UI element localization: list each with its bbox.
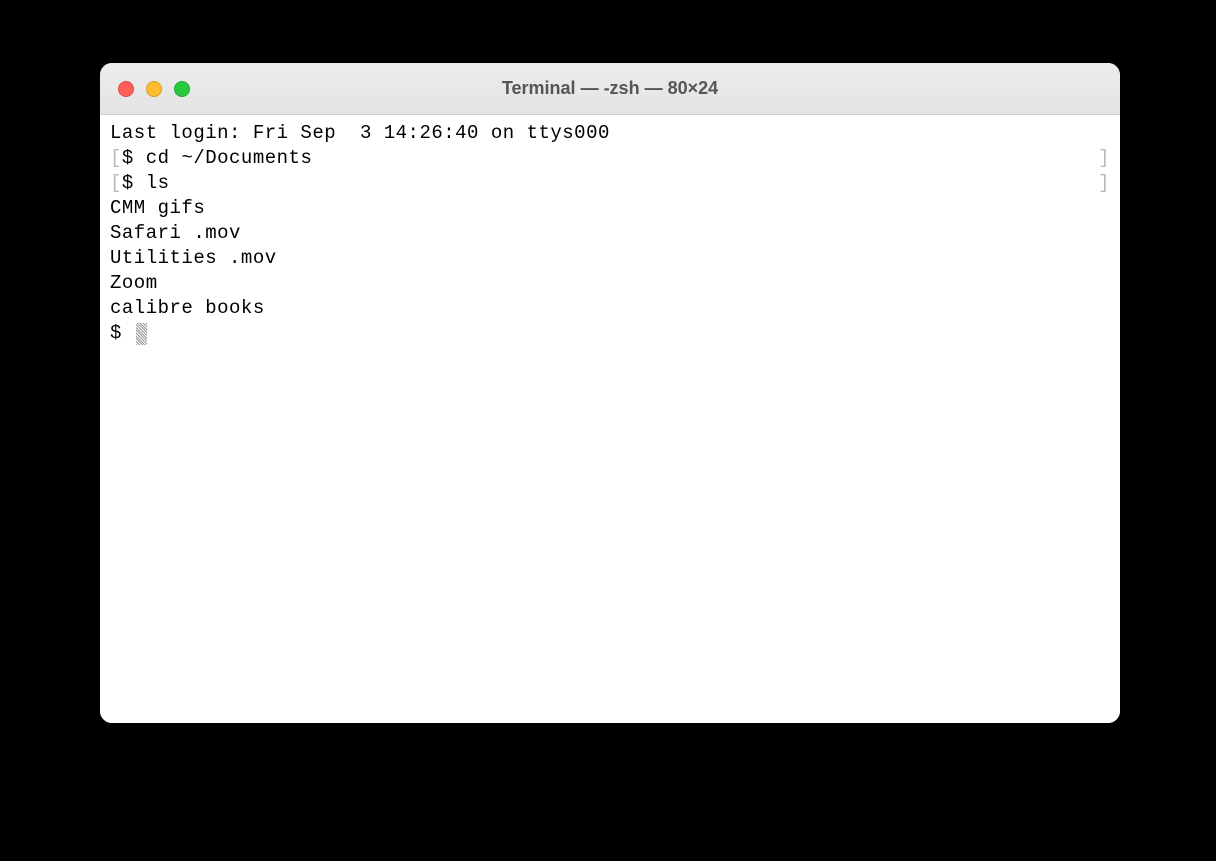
last-login-line: Last login: Fri Sep 3 14:26:40 on ttys00… [110,121,1110,146]
terminal-output[interactable]: Last login: Fri Sep 3 14:26:40 on ttys00… [100,115,1120,723]
cursor-icon [136,323,147,345]
command-line: [ $ ls ] [110,171,1110,196]
titlebar[interactable]: Terminal — -zsh — 80×24 [100,63,1120,115]
command-text: cd ~/Documents [146,147,313,169]
output-line: calibre books [110,296,1110,321]
terminal-window: Terminal — -zsh — 80×24 Last login: Fri … [100,63,1120,723]
prompt: $ [122,172,146,194]
left-bracket-icon: [ [110,146,122,171]
command-text: ls [146,172,170,194]
minimize-icon[interactable] [146,81,162,97]
output-line: Safari .mov [110,221,1110,246]
current-prompt-line[interactable]: $ [110,321,1110,346]
right-bracket-icon: ] [1098,146,1110,171]
output-line: CMM gifs [110,196,1110,221]
right-bracket-icon: ] [1098,171,1110,196]
prompt: $ [122,147,146,169]
prompt: $ [110,321,134,346]
output-line: Utilities .mov [110,246,1110,271]
window-title: Terminal — -zsh — 80×24 [100,78,1120,99]
left-bracket-icon: [ [110,171,122,196]
traffic-lights [100,81,190,97]
command-line: [ $ cd ~/Documents ] [110,146,1110,171]
output-line: Zoom [110,271,1110,296]
close-icon[interactable] [118,81,134,97]
zoom-icon[interactable] [174,81,190,97]
